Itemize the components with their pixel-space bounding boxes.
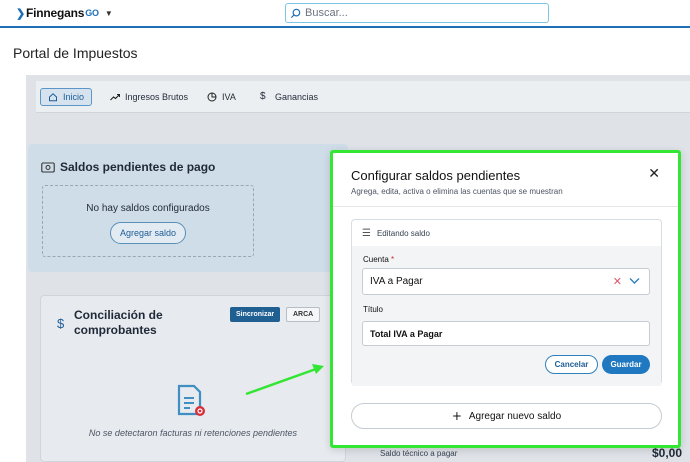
arca-button[interactable]: ARCA <box>286 307 321 322</box>
card-title: Conciliación de comprobantes <box>74 308 163 337</box>
modal-subtitle: Agrega, edita, activa o elimina las cuen… <box>351 187 563 196</box>
saldos-pendientes-card: Saldos pendientes de pago No hay saldos … <box>28 144 348 272</box>
empty-message: No hay saldos configurados <box>86 203 210 214</box>
drag-handle-icon[interactable]: ☰ <box>362 228 371 239</box>
search-box[interactable] <box>285 3 549 23</box>
titulo-label: Título <box>363 305 384 314</box>
tab-label: IVA <box>222 92 236 102</box>
configurar-saldos-modal: Configurar saldos pendientes Agrega, edi… <box>330 150 681 448</box>
cuenta-label: Cuenta * <box>363 255 395 264</box>
page-title: Portal de Impuestos <box>13 45 138 61</box>
agregar-saldo-button[interactable]: Agregar saldo <box>110 222 186 244</box>
trending-up-icon <box>110 93 120 101</box>
tab-iva[interactable]: IVA <box>207 88 236 106</box>
top-bar: ❯ Finnegans GO ▼ <box>0 0 690 28</box>
plus-icon: + <box>451 409 462 423</box>
required-marker: * <box>391 255 395 264</box>
document-alert-icon <box>177 384 205 416</box>
clear-icon[interactable]: ✕ <box>613 275 622 288</box>
cancel-button[interactable]: Cancelar <box>545 355 598 374</box>
editing-label: Editando saldo <box>376 228 430 238</box>
tab-label: Inicio <box>63 92 85 102</box>
tab-inicio[interactable]: Inicio <box>40 88 93 106</box>
home-icon <box>49 93 57 102</box>
finnegans-logo[interactable]: ❯ Finnegans GO ▼ <box>16 6 113 20</box>
dollar-icon: $ <box>57 316 65 331</box>
save-button[interactable]: Guardar <box>602 355 650 374</box>
titulo-input[interactable] <box>362 321 650 346</box>
close-icon[interactable]: ✕ <box>648 166 660 182</box>
search-input[interactable] <box>305 7 535 19</box>
tab-label: Ingresos Brutos <box>125 92 189 102</box>
logo-suffix: GO <box>85 8 99 18</box>
chevron-down-icon[interactable] <box>629 277 640 285</box>
tab-ingresos-brutos[interactable]: Ingresos Brutos <box>110 88 188 106</box>
pie-chart-icon <box>207 92 217 102</box>
editing-header: ☰ Editando saldo <box>352 220 661 246</box>
logo-text: Finnegans <box>26 6 85 20</box>
tab-bar: Inicio Ingresos Brutos IVA $ Ganancias <box>36 81 690 113</box>
money-icon <box>41 161 55 173</box>
cuenta-select[interactable]: IVA a Pagar ✕ <box>362 268 650 295</box>
search-icon <box>290 8 301 18</box>
chevron-down-icon[interactable]: ▼ <box>105 9 113 18</box>
empty-message: No se detectaron facturas ni retenciones… <box>88 428 298 438</box>
sincronizar-button[interactable]: Sincronizar <box>230 307 281 322</box>
editing-saldo-panel: ☰ Editando saldo Cuenta * IVA a Pagar ✕ … <box>351 219 662 386</box>
annotation-arrow-icon <box>245 364 324 396</box>
empty-saldos-box: No hay saldos configurados Agregar saldo <box>42 185 254 257</box>
logo-chevron-icon: ❯ <box>16 7 26 20</box>
cuenta-value: IVA a Pagar <box>370 276 423 287</box>
editing-body: Cuenta * IVA a Pagar ✕ Título Cancelar G… <box>352 246 661 386</box>
dollar-icon: $ <box>260 91 266 102</box>
saldo-tecnico-value: $0,00 <box>651 446 682 460</box>
card-title: Saldos pendientes de pago <box>41 160 215 174</box>
saldo-tecnico-row: Saldo técnico a pagar $0,00 <box>380 446 686 462</box>
tab-label: Ganancias <box>275 92 319 102</box>
saldo-tecnico-label: Saldo técnico a pagar <box>380 449 458 458</box>
agregar-nuevo-label: Agregar nuevo saldo <box>468 410 562 422</box>
tab-ganancias[interactable]: $ Ganancias <box>260 88 318 106</box>
modal-title: Configurar saldos pendientes <box>351 168 521 183</box>
agregar-nuevo-saldo-button[interactable]: + Agregar nuevo saldo <box>351 403 662 429</box>
divider <box>333 206 678 207</box>
